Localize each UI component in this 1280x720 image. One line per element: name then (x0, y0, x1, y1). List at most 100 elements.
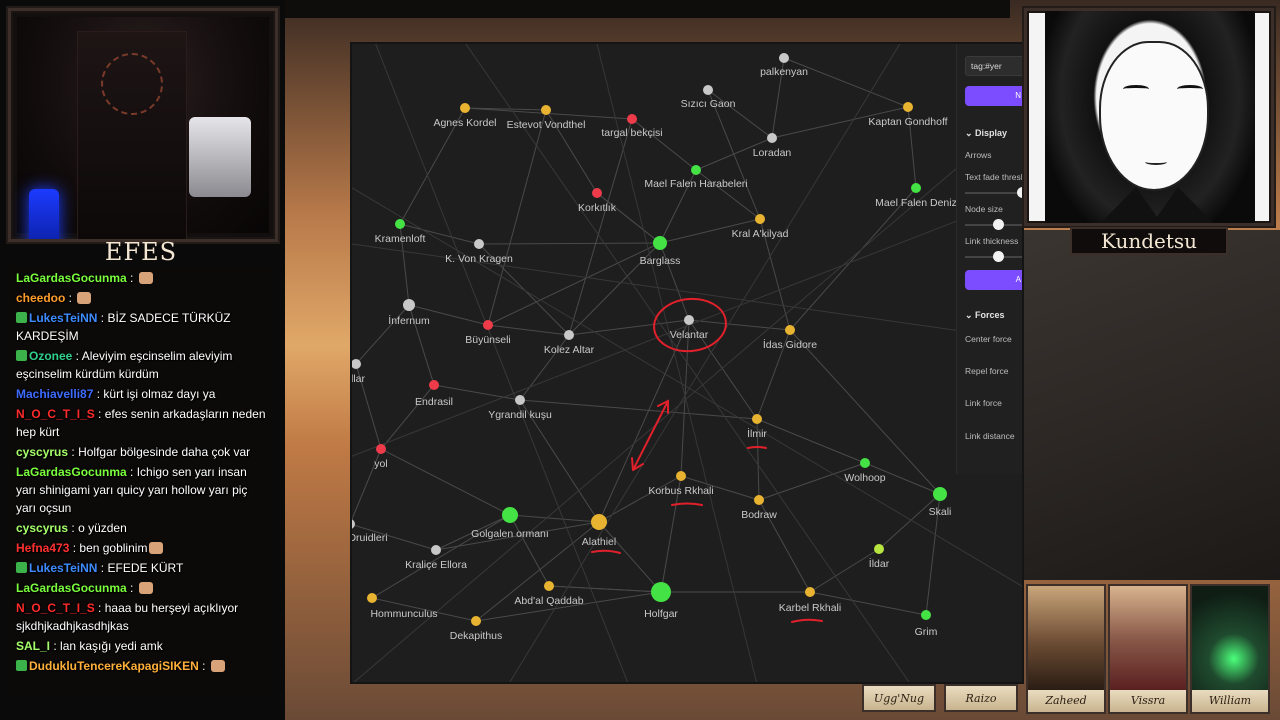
graph-node-label[interactable]: Golgalen ormanı (471, 528, 549, 540)
graph-node[interactable] (460, 103, 470, 113)
graph-node[interactable] (352, 519, 355, 529)
graph-node-label[interactable]: palkenyan (760, 66, 808, 78)
graph-node-label[interactable]: Druidleri (352, 532, 388, 544)
graph-node-label[interactable]: Agnes Kordel (433, 117, 496, 129)
graph-node-label[interactable]: Endrasil (415, 396, 453, 408)
graph-node[interactable] (483, 320, 493, 330)
graph-node[interactable] (874, 544, 884, 554)
graph-node[interactable] (474, 239, 484, 249)
text-fade-slider-knob[interactable] (1017, 187, 1022, 198)
graph-node[interactable] (903, 102, 913, 112)
graph-canvas[interactable]: palkenyan Sızıcı Gaon Agnes Kordel Estevot … (352, 44, 1024, 684)
graph-node-label[interactable]: Abd'al Qaddab (514, 595, 583, 607)
chat-username[interactable]: cyscyrus (16, 521, 68, 535)
graph-node-label[interactable]: Hommunculus (370, 608, 437, 620)
graph-node[interactable] (933, 487, 947, 501)
graph-node[interactable] (544, 581, 554, 591)
graph-node[interactable] (541, 105, 551, 115)
link-thickness-slider-knob[interactable] (993, 251, 1004, 262)
chat-username[interactable]: LaGardasGocunma (16, 581, 127, 595)
graph-node-label[interactable]: Korkıtlık (578, 202, 617, 214)
graph-node-label[interactable]: Skali (929, 506, 952, 518)
chat-username[interactable]: cheedoo (16, 291, 65, 305)
new-group-button[interactable]: N (965, 86, 1022, 106)
graph-view-window[interactable]: palkenyan Sızıcı Gaon Agnes Kordel Estevot … (350, 42, 1024, 684)
filter-search-input[interactable]: tag:#yer (965, 56, 1022, 76)
graph-node[interactable] (755, 214, 765, 224)
graph-node-label[interactable]: İlmir (747, 427, 767, 440)
graph-node[interactable] (591, 514, 607, 530)
forces-section-header[interactable]: ⌄ Forces (965, 310, 1005, 321)
graph-node-label[interactable]: Sızıcı Gaon (681, 98, 736, 110)
graph-node-label[interactable]: Bodraw (741, 509, 777, 521)
graph-node[interactable] (376, 444, 386, 454)
chat-username[interactable]: LukesTeiNN (29, 561, 97, 575)
graph-node-label[interactable]: yol (374, 458, 387, 470)
graph-node-label[interactable]: Loradan (753, 147, 792, 159)
graph-node[interactable] (471, 616, 481, 626)
graph-node[interactable] (921, 610, 931, 620)
graph-node-label[interactable]: Estevot Vondthel (507, 119, 586, 131)
graph-node-label[interactable]: Mael Falen Deniz (875, 197, 957, 209)
graph-node[interactable] (627, 114, 637, 124)
graph-node[interactable] (911, 183, 921, 193)
graph-node-label[interactable]: targal bekçisi (601, 127, 662, 139)
graph-node[interactable] (676, 471, 686, 481)
display-section-header[interactable]: ⌄ Display (965, 128, 1007, 139)
graph-node[interactable] (651, 582, 671, 602)
graph-node[interactable] (752, 414, 762, 424)
graph-node[interactable] (805, 587, 815, 597)
graph-node[interactable] (431, 545, 441, 555)
graph-node-label[interactable]: Velantar (670, 329, 709, 341)
graph-node[interactable] (754, 495, 764, 505)
chat-username[interactable]: SAL_I (16, 639, 50, 653)
node-size-slider-knob[interactable] (993, 219, 1004, 230)
graph-node[interactable] (403, 299, 415, 311)
graph-node[interactable] (703, 85, 713, 95)
graph-node-label[interactable]: Kraliçe Ellora (405, 559, 467, 571)
graph-node[interactable] (785, 325, 795, 335)
graph-node-label[interactable]: Kolez Altar (544, 344, 595, 356)
chat-username[interactable]: Hefna473 (16, 541, 69, 555)
graph-node[interactable] (653, 236, 667, 250)
graph-node-label[interactable]: Büyünseli (465, 334, 511, 346)
graph-node[interactable] (592, 188, 602, 198)
graph-node[interactable] (395, 219, 405, 229)
graph-node[interactable] (691, 165, 701, 175)
graph-node-label[interactable]: Wolhoop (844, 472, 885, 484)
chat-username[interactable]: LaGardasGocunma (16, 271, 127, 285)
graph-node-label[interactable]: Mael Falen Harabeleri (644, 178, 747, 190)
graph-node-label[interactable]: Karbel Rkhali (779, 602, 841, 614)
graph-node-label[interactable]: Kramenloft (375, 233, 426, 245)
graph-node[interactable] (767, 133, 777, 143)
graph-node[interactable] (779, 53, 789, 63)
graph-node[interactable] (367, 593, 377, 603)
chat-username[interactable]: DudukluTencereKapagiSIKEN (29, 659, 199, 673)
graph-node-label[interactable]: llar (352, 373, 365, 385)
graph-node-label[interactable]: Barglass (640, 255, 681, 267)
graph-node[interactable] (564, 330, 574, 340)
graph-node[interactable] (860, 458, 870, 468)
graph-node-label[interactable]: Grim (915, 626, 938, 638)
graph-node-label[interactable]: Kral A'kilyad (732, 228, 789, 240)
graph-node-label[interactable]: İdas Gidore (763, 338, 817, 351)
text-fade-slider[interactable] (965, 192, 1022, 194)
chat-username[interactable]: N_O_C_T_I_S (16, 601, 95, 615)
chat-username[interactable]: LaGardasGocunma (16, 465, 127, 479)
graph-node-label[interactable]: İldar (869, 557, 890, 570)
graph-node[interactable] (429, 380, 439, 390)
chat-username[interactable]: N_O_C_T_I_S (16, 407, 95, 421)
graph-node-label[interactable]: K. Von Kragen (445, 253, 513, 265)
graph-node-label[interactable]: Alathiel (582, 536, 616, 548)
graph-node-label[interactable]: Holfgar (644, 608, 678, 620)
graph-node-label[interactable]: Ygrandil kuşu (488, 409, 552, 421)
graph-node-label[interactable]: Dekapithus (450, 630, 503, 642)
chat-username[interactable]: Ozonee (29, 349, 72, 363)
chat-username[interactable]: Machiavelli87 (16, 387, 93, 401)
chat-username[interactable]: LukesTeiNN (29, 311, 97, 325)
graph-node[interactable] (684, 315, 694, 325)
graph-node-label[interactable]: İnfernum (388, 314, 430, 327)
graph-node[interactable] (502, 507, 518, 523)
graph-node[interactable] (515, 395, 525, 405)
animate-button[interactable]: A (965, 270, 1022, 290)
